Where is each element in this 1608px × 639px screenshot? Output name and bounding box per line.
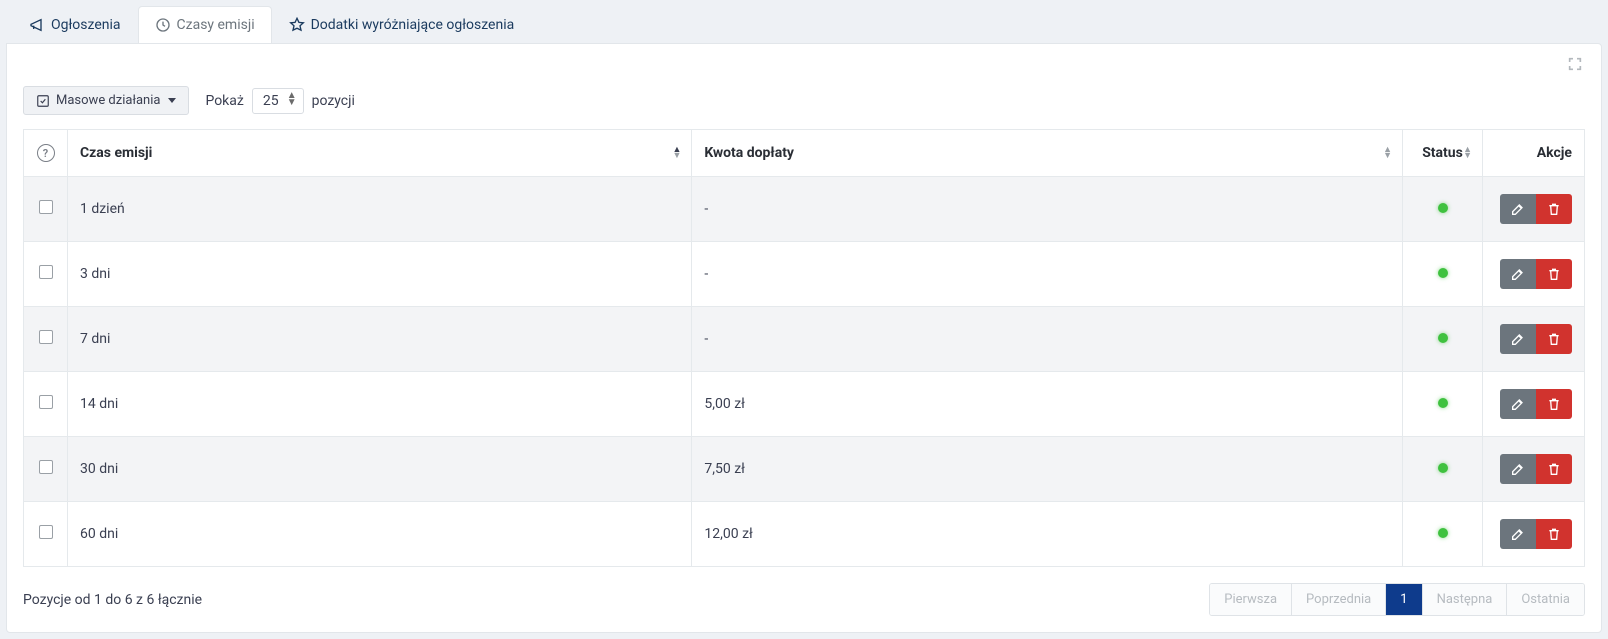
cell-emission: 60 dni	[68, 502, 692, 567]
tab-label: Ogłoszenia	[51, 17, 121, 33]
show-label: Pokaż	[205, 93, 243, 109]
sort-indicator-icon: ▲▼	[672, 147, 681, 159]
table-row: 1 dzień -	[24, 177, 1585, 242]
delete-button[interactable]	[1536, 389, 1572, 419]
status-dot-icon	[1438, 398, 1448, 408]
pagination: Pierwsza Poprzednia 1 Następna Ostatnia	[1209, 583, 1585, 616]
col-header-emission[interactable]: Czas emisji ▲▼	[68, 130, 692, 177]
emission-table: ? Czas emisji ▲▼ Kwota dopłaty ▲▼ Status…	[23, 129, 1585, 567]
toolbar: Masowe działania Pokaż 25 ▲▼ pozycji	[23, 86, 1585, 115]
tab-dodatki[interactable]: Dodatki wyróżniające ogłoszenia	[272, 6, 532, 43]
col-header-help: ?	[24, 130, 68, 177]
cell-surcharge: -	[692, 307, 1403, 372]
col-header-actions: Akcje	[1483, 130, 1585, 177]
page-prev[interactable]: Poprzednia	[1291, 584, 1385, 615]
bulk-actions-button[interactable]: Masowe działania	[23, 86, 189, 115]
edit-button[interactable]	[1500, 389, 1536, 419]
sort-indicator-icon: ▲▼	[1383, 147, 1392, 159]
tabs-bar: Ogłoszenia Czasy emisji Dodatki wyróżnia…	[6, 6, 1602, 43]
cell-surcharge: 12,00 zł	[692, 502, 1403, 567]
delete-button[interactable]	[1536, 259, 1572, 289]
table-row: 30 dni 7,50 zł	[24, 437, 1585, 502]
status-dot-icon	[1438, 528, 1448, 538]
fullscreen-button[interactable]	[1567, 56, 1587, 76]
tab-label: Dodatki wyróżniające ogłoszenia	[311, 17, 515, 33]
tab-label: Czasy emisji	[177, 17, 255, 33]
clock-icon	[155, 17, 171, 33]
page-size-value: 25	[263, 93, 279, 109]
row-checkbox[interactable]	[39, 395, 53, 409]
bulk-label: Masowe działania	[56, 93, 160, 108]
help-icon[interactable]: ?	[37, 144, 55, 162]
table-row: 14 dni 5,00 zł	[24, 372, 1585, 437]
row-checkbox[interactable]	[39, 265, 53, 279]
table-row: 60 dni 12,00 zł	[24, 502, 1585, 567]
status-dot-icon	[1438, 333, 1448, 343]
edit-button[interactable]	[1500, 194, 1536, 224]
cell-surcharge: -	[692, 242, 1403, 307]
cell-surcharge: 5,00 zł	[692, 372, 1403, 437]
cell-emission: 14 dni	[68, 372, 692, 437]
status-dot-icon	[1438, 203, 1448, 213]
delete-button[interactable]	[1536, 454, 1572, 484]
cell-status	[1403, 177, 1483, 242]
page-size-select[interactable]: 25 ▲▼	[252, 88, 304, 114]
tab-ogloszenia[interactable]: Ogłoszenia	[12, 6, 138, 43]
cell-emission: 3 dni	[68, 242, 692, 307]
cell-surcharge: -	[692, 177, 1403, 242]
edit-button[interactable]	[1500, 324, 1536, 354]
chevron-down-icon	[168, 98, 176, 103]
positions-label: pozycji	[312, 93, 355, 109]
cell-emission: 1 dzień	[68, 177, 692, 242]
summary-text: Pozycje od 1 do 6 z 6 łącznie	[23, 592, 202, 608]
delete-button[interactable]	[1536, 324, 1572, 354]
sort-indicator-icon: ▲▼	[1463, 147, 1472, 159]
cell-emission: 7 dni	[68, 307, 692, 372]
row-checkbox[interactable]	[39, 525, 53, 539]
tab-czasy-emisji[interactable]: Czasy emisji	[138, 6, 272, 43]
page-next[interactable]: Następna	[1422, 584, 1507, 615]
row-checkbox[interactable]	[39, 330, 53, 344]
star-icon	[289, 17, 305, 33]
page-last[interactable]: Ostatnia	[1506, 584, 1584, 615]
table-footer: Pozycje od 1 do 6 z 6 łącznie Pierwsza P…	[23, 583, 1585, 616]
table-row: 7 dni -	[24, 307, 1585, 372]
cell-emission: 30 dni	[68, 437, 692, 502]
page-first[interactable]: Pierwsza	[1210, 584, 1291, 615]
col-header-surcharge[interactable]: Kwota dopłaty ▲▼	[692, 130, 1403, 177]
row-checkbox[interactable]	[39, 200, 53, 214]
edit-button[interactable]	[1500, 454, 1536, 484]
row-checkbox[interactable]	[39, 460, 53, 474]
panel-main: Masowe działania Pokaż 25 ▲▼ pozycji ? C…	[6, 43, 1602, 633]
page-current[interactable]: 1	[1385, 584, 1421, 615]
megaphone-icon	[29, 17, 45, 33]
cell-status	[1403, 372, 1483, 437]
delete-button[interactable]	[1536, 194, 1572, 224]
cell-status	[1403, 437, 1483, 502]
cell-status	[1403, 242, 1483, 307]
edit-button[interactable]	[1500, 519, 1536, 549]
edit-button[interactable]	[1500, 259, 1536, 289]
table-row: 3 dni -	[24, 242, 1585, 307]
cell-status	[1403, 502, 1483, 567]
status-dot-icon	[1438, 268, 1448, 278]
check-square-icon	[36, 94, 50, 108]
status-dot-icon	[1438, 463, 1448, 473]
cell-status	[1403, 307, 1483, 372]
col-header-status[interactable]: Status ▲▼	[1403, 130, 1483, 177]
delete-button[interactable]	[1536, 519, 1572, 549]
cell-surcharge: 7,50 zł	[692, 437, 1403, 502]
sort-arrows-icon: ▲▼	[287, 92, 297, 106]
page-size-control: Pokaż 25 ▲▼ pozycji	[205, 88, 354, 114]
